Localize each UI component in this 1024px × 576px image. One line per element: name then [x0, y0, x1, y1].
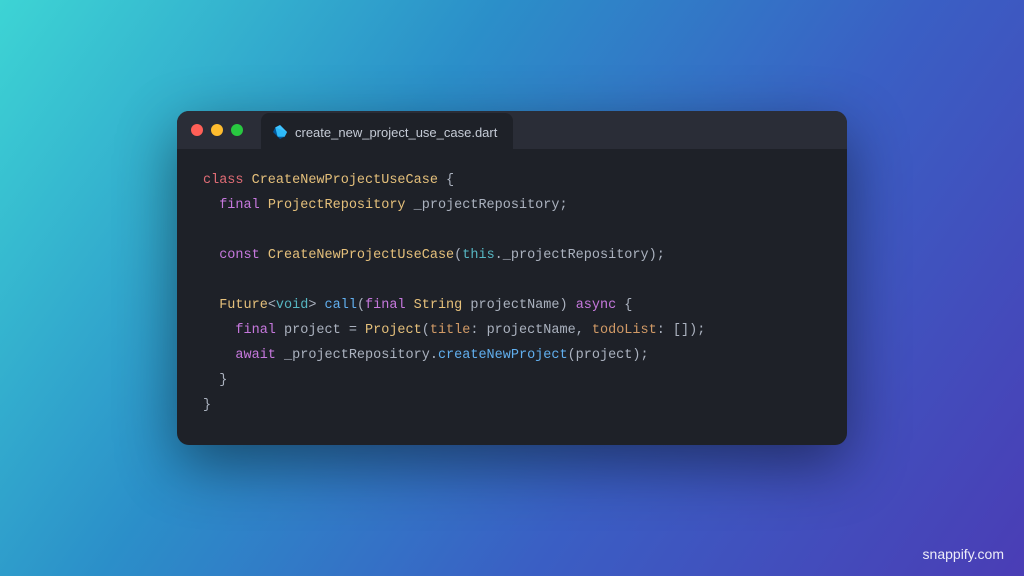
- minimize-icon[interactable]: [211, 124, 223, 136]
- watermark: snappify.com: [923, 546, 1004, 562]
- titlebar: create_new_project_use_case.dart: [177, 111, 847, 149]
- maximize-icon[interactable]: [231, 124, 243, 136]
- code-editor: class CreateNewProjectUseCase { final Pr…: [177, 149, 847, 445]
- file-tab[interactable]: create_new_project_use_case.dart: [261, 113, 513, 151]
- tab-title: create_new_project_use_case.dart: [295, 125, 497, 140]
- traffic-lights: [191, 124, 243, 136]
- dart-icon: [273, 125, 287, 139]
- close-icon[interactable]: [191, 124, 203, 136]
- code-window: create_new_project_use_case.dart class C…: [177, 111, 847, 445]
